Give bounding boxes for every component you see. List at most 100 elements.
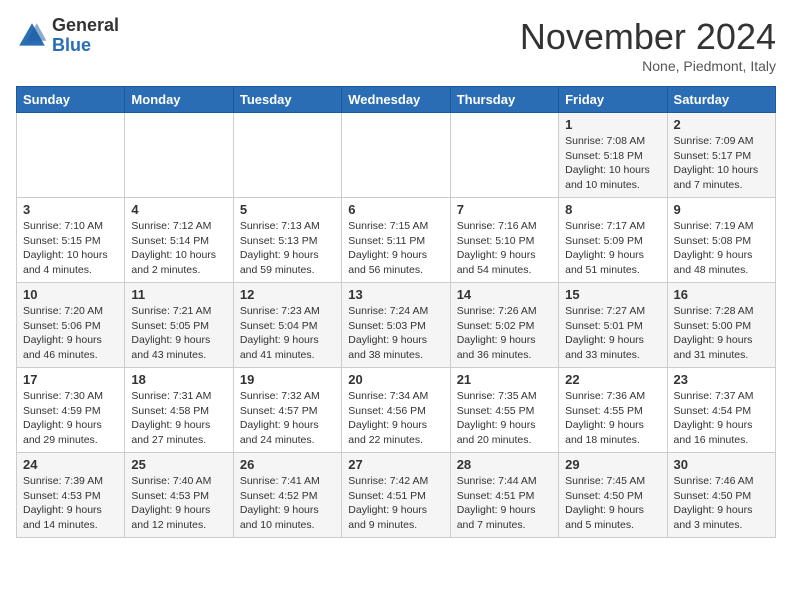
calendar-cell: [342, 113, 450, 198]
day-number: 13: [348, 287, 443, 302]
calendar-cell: 22 Sunrise: 7:36 AM Sunset: 4:55 PM Dayli…: [559, 368, 667, 453]
calendar-cell: 8 Sunrise: 7:17 AM Sunset: 5:09 PM Daylig…: [559, 198, 667, 283]
calendar-cell: 5Sunrise: 7:13 AM Sunset: 5:13 PM Daylig…: [233, 198, 341, 283]
day-info: Sunrise: 7:31 AM Sunset: 4:58 PM Dayligh…: [131, 389, 226, 448]
calendar-cell: [125, 113, 233, 198]
calendar-cell: 3 Sunrise: 7:10 AM Sunset: 5:15 PM Daylig…: [17, 198, 125, 283]
day-number: 10: [23, 287, 118, 302]
day-number: 4: [131, 202, 226, 217]
day-number: 1: [565, 117, 660, 132]
day-number: 20: [348, 372, 443, 387]
day-info: Sunrise: 7:17 AM Sunset: 5:09 PM Dayligh…: [565, 219, 660, 278]
logo-icon: [16, 20, 48, 52]
calendar-week-row: 17Sunrise: 7:30 AM Sunset: 4:59 PM Dayli…: [17, 368, 776, 453]
day-info: Sunrise: 7:12 AM Sunset: 5:14 PM Dayligh…: [131, 219, 226, 278]
calendar-cell: 16 Sunrise: 7:28 AM Sunset: 5:00 PM Dayli…: [667, 283, 775, 368]
calendar-cell: 2Sunrise: 7:09 AM Sunset: 5:17 PM Daylig…: [667, 113, 775, 198]
page-header: General Blue November 2024 None, Piedmon…: [16, 16, 776, 74]
day-info: Sunrise: 7:21 AM Sunset: 5:05 PM Dayligh…: [131, 304, 226, 363]
day-info: Sunrise: 7:32 AM Sunset: 4:57 PM Dayligh…: [240, 389, 335, 448]
calendar-cell: 21Sunrise: 7:35 AM Sunset: 4:55 PM Dayli…: [450, 368, 558, 453]
day-number: 5: [240, 202, 335, 217]
column-header-friday: Friday: [559, 87, 667, 113]
day-info: Sunrise: 7:34 AM Sunset: 4:56 PM Dayligh…: [348, 389, 443, 448]
day-info: Sunrise: 7:46 AM Sunset: 4:50 PM Dayligh…: [674, 474, 769, 533]
calendar-cell: 27Sunrise: 7:42 AM Sunset: 4:51 PM Dayli…: [342, 453, 450, 538]
day-info: Sunrise: 7:16 AM Sunset: 5:10 PM Dayligh…: [457, 219, 552, 278]
column-header-saturday: Saturday: [667, 87, 775, 113]
column-header-thursday: Thursday: [450, 87, 558, 113]
calendar-cell: 6Sunrise: 7:15 AM Sunset: 5:11 PM Daylig…: [342, 198, 450, 283]
location-subtitle: None, Piedmont, Italy: [520, 58, 776, 74]
calendar-cell: [450, 113, 558, 198]
day-number: 12: [240, 287, 335, 302]
day-info: Sunrise: 7:15 AM Sunset: 5:11 PM Dayligh…: [348, 219, 443, 278]
day-number: 23: [674, 372, 769, 387]
calendar-header-row: SundayMondayTuesdayWednesdayThursdayFrid…: [17, 87, 776, 113]
day-info: Sunrise: 7:08 AM Sunset: 5:18 PM Dayligh…: [565, 134, 660, 193]
day-number: 26: [240, 457, 335, 472]
day-info: Sunrise: 7:28 AM Sunset: 5:00 PM Dayligh…: [674, 304, 769, 363]
title-block: November 2024 None, Piedmont, Italy: [520, 16, 776, 74]
day-number: 28: [457, 457, 552, 472]
day-info: Sunrise: 7:19 AM Sunset: 5:08 PM Dayligh…: [674, 219, 769, 278]
day-number: 22: [565, 372, 660, 387]
calendar-cell: [233, 113, 341, 198]
day-number: 15: [565, 287, 660, 302]
day-number: 8: [565, 202, 660, 217]
calendar-week-row: 10 Sunrise: 7:20 AM Sunset: 5:06 PM Dayli…: [17, 283, 776, 368]
day-number: 11: [131, 287, 226, 302]
calendar-cell: 7 Sunrise: 7:16 AM Sunset: 5:10 PM Daylig…: [450, 198, 558, 283]
day-info: Sunrise: 7:20 AM Sunset: 5:06 PM Dayligh…: [23, 304, 118, 363]
calendar-cell: 4 Sunrise: 7:12 AM Sunset: 5:14 PM Daylig…: [125, 198, 233, 283]
logo: General Blue: [16, 16, 119, 56]
day-number: 9: [674, 202, 769, 217]
day-number: 27: [348, 457, 443, 472]
day-number: 7: [457, 202, 552, 217]
day-info: Sunrise: 7:24 AM Sunset: 5:03 PM Dayligh…: [348, 304, 443, 363]
calendar-cell: 17Sunrise: 7:30 AM Sunset: 4:59 PM Dayli…: [17, 368, 125, 453]
calendar-cell: 9 Sunrise: 7:19 AM Sunset: 5:08 PM Daylig…: [667, 198, 775, 283]
calendar-cell: 25 Sunrise: 7:40 AM Sunset: 4:53 PM Dayli…: [125, 453, 233, 538]
calendar-cell: 19 Sunrise: 7:32 AM Sunset: 4:57 PM Dayli…: [233, 368, 341, 453]
column-header-sunday: Sunday: [17, 87, 125, 113]
calendar-cell: 28 Sunrise: 7:44 AM Sunset: 4:51 PM Dayli…: [450, 453, 558, 538]
day-number: 2: [674, 117, 769, 132]
day-number: 18: [131, 372, 226, 387]
day-info: Sunrise: 7:23 AM Sunset: 5:04 PM Dayligh…: [240, 304, 335, 363]
day-number: 16: [674, 287, 769, 302]
calendar-cell: [17, 113, 125, 198]
month-title: November 2024: [520, 16, 776, 58]
day-number: 24: [23, 457, 118, 472]
column-header-wednesday: Wednesday: [342, 87, 450, 113]
calendar-cell: 12 Sunrise: 7:23 AM Sunset: 5:04 PM Dayli…: [233, 283, 341, 368]
day-number: 19: [240, 372, 335, 387]
day-number: 3: [23, 202, 118, 217]
calendar-week-row: 3 Sunrise: 7:10 AM Sunset: 5:15 PM Daylig…: [17, 198, 776, 283]
calendar-cell: 11 Sunrise: 7:21 AM Sunset: 5:05 PM Dayli…: [125, 283, 233, 368]
day-number: 30: [674, 457, 769, 472]
day-info: Sunrise: 7:40 AM Sunset: 4:53 PM Dayligh…: [131, 474, 226, 533]
calendar-cell: 13 Sunrise: 7:24 AM Sunset: 5:03 PM Dayli…: [342, 283, 450, 368]
calendar-cell: 23 Sunrise: 7:37 AM Sunset: 4:54 PM Dayli…: [667, 368, 775, 453]
logo-general-text: General: [52, 16, 119, 36]
calendar-cell: 30 Sunrise: 7:46 AM Sunset: 4:50 PM Dayli…: [667, 453, 775, 538]
calendar-week-row: 1 Sunrise: 7:08 AM Sunset: 5:18 PM Daylig…: [17, 113, 776, 198]
day-info: Sunrise: 7:10 AM Sunset: 5:15 PM Dayligh…: [23, 219, 118, 278]
day-number: 29: [565, 457, 660, 472]
calendar-cell: 26Sunrise: 7:41 AM Sunset: 4:52 PM Dayli…: [233, 453, 341, 538]
day-info: Sunrise: 7:27 AM Sunset: 5:01 PM Dayligh…: [565, 304, 660, 363]
day-info: Sunrise: 7:36 AM Sunset: 4:55 PM Dayligh…: [565, 389, 660, 448]
day-info: Sunrise: 7:37 AM Sunset: 4:54 PM Dayligh…: [674, 389, 769, 448]
day-number: 14: [457, 287, 552, 302]
day-number: 25: [131, 457, 226, 472]
day-info: Sunrise: 7:30 AM Sunset: 4:59 PM Dayligh…: [23, 389, 118, 448]
calendar-cell: 18 Sunrise: 7:31 AM Sunset: 4:58 PM Dayli…: [125, 368, 233, 453]
calendar-cell: 10 Sunrise: 7:20 AM Sunset: 5:06 PM Dayli…: [17, 283, 125, 368]
day-info: Sunrise: 7:44 AM Sunset: 4:51 PM Dayligh…: [457, 474, 552, 533]
calendar-cell: 29Sunrise: 7:45 AM Sunset: 4:50 PM Dayli…: [559, 453, 667, 538]
calendar-cell: 15 Sunrise: 7:27 AM Sunset: 5:01 PM Dayli…: [559, 283, 667, 368]
day-info: Sunrise: 7:39 AM Sunset: 4:53 PM Dayligh…: [23, 474, 118, 533]
column-header-monday: Monday: [125, 87, 233, 113]
calendar-cell: 1 Sunrise: 7:08 AM Sunset: 5:18 PM Daylig…: [559, 113, 667, 198]
